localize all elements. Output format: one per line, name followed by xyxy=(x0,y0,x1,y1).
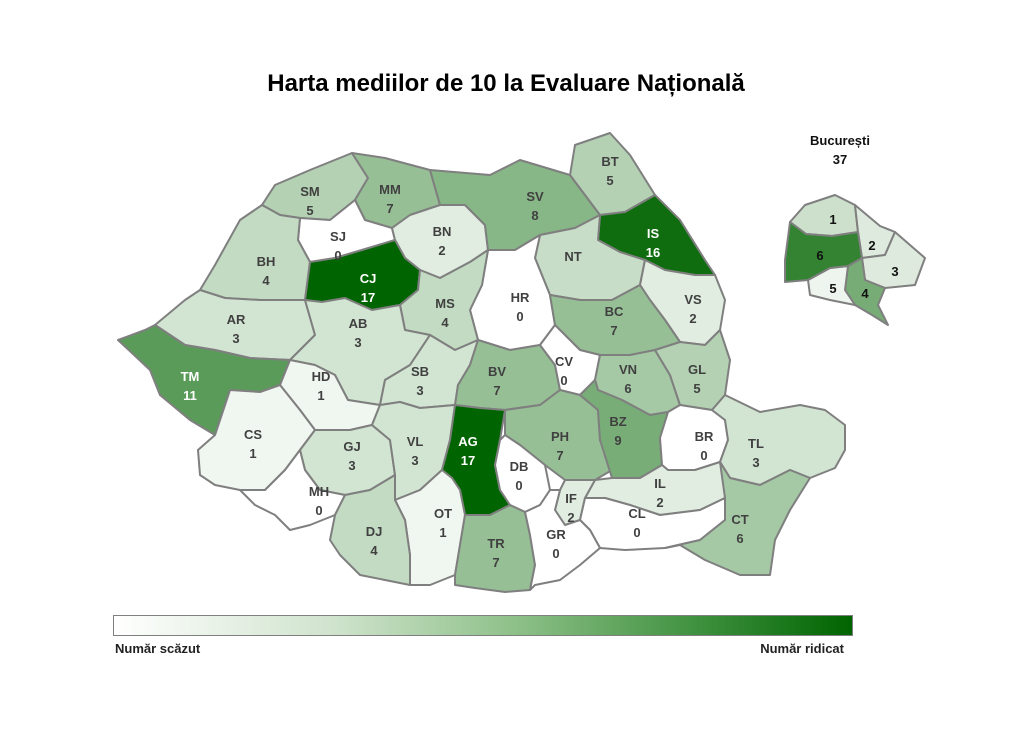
county-value-bc: 7 xyxy=(610,323,617,338)
county-code-il: IL xyxy=(654,476,666,491)
county-code-br: BR xyxy=(695,429,714,444)
county-value-ot: 1 xyxy=(439,525,446,540)
county-code-cj: CJ xyxy=(360,271,377,286)
county-code-cl: CL xyxy=(628,506,645,521)
county-value-dj: 4 xyxy=(370,543,378,558)
county-value-sm: 5 xyxy=(306,203,313,218)
county-value-cl: 0 xyxy=(633,525,640,540)
county-code-ot: OT xyxy=(434,506,452,521)
county-code-bc: BC xyxy=(605,304,624,319)
county-code-sb: SB xyxy=(411,364,429,379)
county-value-ar: 3 xyxy=(232,331,239,346)
county-code-ar: AR xyxy=(227,312,246,327)
county-code-sm: SM xyxy=(300,184,320,199)
county-code-gj: GJ xyxy=(343,439,360,454)
county-value-ab: 3 xyxy=(354,335,361,350)
county-value-if: 2 xyxy=(567,510,574,525)
county-code-bt: BT xyxy=(601,154,618,169)
bucharest-sector-label-4: 4 xyxy=(861,286,869,301)
county-value-tr: 7 xyxy=(492,555,499,570)
county-code-bn: BN xyxy=(433,224,452,239)
county-code-tm: TM xyxy=(181,369,200,384)
county-code-nt: NT xyxy=(564,249,581,264)
county-code-mh: MH xyxy=(309,484,329,499)
county-code-bv: BV xyxy=(488,364,506,379)
county-code-sv: SV xyxy=(526,189,544,204)
county-code-hd: HD xyxy=(312,369,331,384)
county-code-db: DB xyxy=(510,459,529,474)
county-code-mm: MM xyxy=(379,182,401,197)
bucharest-sector-label-3: 3 xyxy=(891,264,898,279)
county-value-gj: 3 xyxy=(348,458,355,473)
county-value-mh: 0 xyxy=(315,503,322,518)
county-code-vs: VS xyxy=(684,292,702,307)
county-value-hd: 1 xyxy=(317,388,324,403)
county-value-cj: 17 xyxy=(361,290,375,305)
county-code-bz: BZ xyxy=(609,414,626,429)
county-code-ag: AG xyxy=(458,434,478,449)
county-code-gl: GL xyxy=(688,362,706,377)
county-value-bh: 4 xyxy=(262,273,270,288)
county-value-ag: 17 xyxy=(461,453,475,468)
county-code-vn: VN xyxy=(619,362,637,377)
county-code-is: IS xyxy=(647,226,660,241)
county-value-vn: 6 xyxy=(624,381,631,396)
county-code-bh: BH xyxy=(257,254,276,269)
county-code-ab: AB xyxy=(349,316,368,331)
county-value-ct: 6 xyxy=(736,531,743,546)
county-value-bz: 9 xyxy=(614,433,621,448)
bucharest-inset: 1 2 3 4 5 6 xyxy=(784,194,926,326)
legend-high-label: Număr ridicat xyxy=(760,641,844,656)
bucharest-sector-label-1: 1 xyxy=(829,212,836,227)
county-code-if: IF xyxy=(565,491,577,506)
county-code-gr: GR xyxy=(546,527,566,542)
county-value-gr: 0 xyxy=(552,546,559,561)
county-value-bt: 5 xyxy=(606,173,613,188)
county-value-tl: 3 xyxy=(752,455,759,470)
county-value-il: 2 xyxy=(656,495,663,510)
county-value-ph: 7 xyxy=(556,448,563,463)
county-code-hr: HR xyxy=(511,290,530,305)
county-code-ph: PH xyxy=(551,429,569,444)
county-value-ms: 4 xyxy=(441,315,449,330)
bucharest-sector-label-2: 2 xyxy=(868,238,875,253)
legend-low-label: Număr scăzut xyxy=(115,641,201,656)
county-code-ct: CT xyxy=(731,512,748,527)
county-value-sj: 0 xyxy=(334,248,341,263)
county-value-bn: 2 xyxy=(438,243,445,258)
bucharest-name: București xyxy=(810,133,870,148)
county-value-cv: 0 xyxy=(560,373,567,388)
county-code-vl: VL xyxy=(407,434,424,449)
county-value-tm: 11 xyxy=(183,388,197,403)
county-value-br: 0 xyxy=(700,448,707,463)
county-code-dj: DJ xyxy=(366,524,383,539)
county-code-ms: MS xyxy=(435,296,455,311)
county-code-tr: TR xyxy=(487,536,505,551)
county-code-sj: SJ xyxy=(330,229,346,244)
county-value-vl: 3 xyxy=(411,453,418,468)
county-value-db: 0 xyxy=(515,478,522,493)
county-tl xyxy=(711,394,846,486)
county-value-hr: 0 xyxy=(516,309,523,324)
bucharest-total: 37 xyxy=(833,152,847,167)
bucharest-sector-label-5: 5 xyxy=(829,281,836,296)
county-value-gl: 5 xyxy=(693,381,700,396)
bucharest-sector-label-6: 6 xyxy=(816,248,823,263)
county-value-mm: 7 xyxy=(386,201,393,216)
county-code-cv: CV xyxy=(555,354,573,369)
legend-gradient-bar xyxy=(113,615,853,636)
county-value-sb: 3 xyxy=(416,383,423,398)
county-code-cs: CS xyxy=(244,427,262,442)
county-value-vs: 2 xyxy=(689,311,696,326)
county-value-bv: 7 xyxy=(493,383,500,398)
county-bh xyxy=(199,204,311,301)
county-value-cs: 1 xyxy=(249,446,256,461)
county-value-is: 16 xyxy=(646,245,660,260)
county-code-tl: TL xyxy=(748,436,764,451)
county-value-sv: 8 xyxy=(531,208,538,223)
